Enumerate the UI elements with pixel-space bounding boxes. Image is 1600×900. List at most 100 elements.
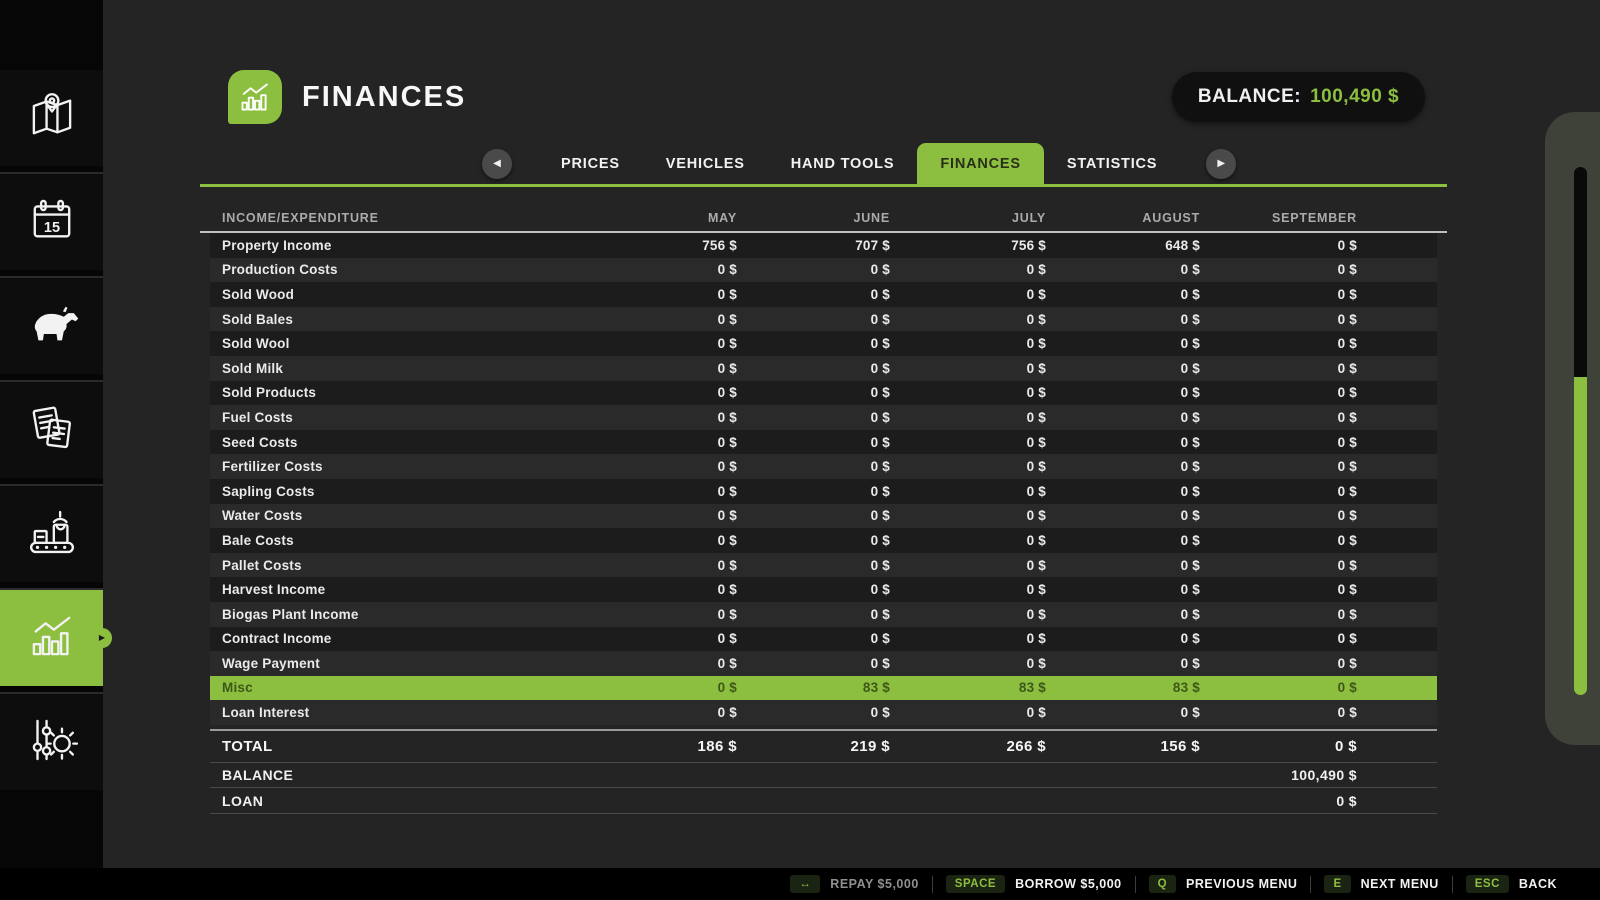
hotkey-back[interactable]: ESCBACK: [1466, 875, 1557, 893]
row-value: 0 $: [587, 508, 737, 523]
summary-row-balance: BALANCE100,490 $: [210, 763, 1437, 788]
row-value: 0 $: [1200, 361, 1357, 376]
row-value: 0 $: [587, 435, 737, 450]
table-row-biogas-plant-income[interactable]: Biogas Plant Income0 $0 $0 $0 $0 $: [210, 602, 1437, 627]
row-value: 0 $: [890, 558, 1046, 573]
table-row-sold-milk[interactable]: Sold Milk0 $0 $0 $0 $0 $: [210, 356, 1437, 381]
row-value: 0 $: [1200, 385, 1357, 400]
table-row-harvest-income[interactable]: Harvest Income0 $0 $0 $0 $0 $: [210, 577, 1437, 602]
row-value: 0 $: [1200, 238, 1357, 253]
row-value: 0 $: [587, 361, 737, 376]
map-icon: [23, 87, 81, 150]
table-row-water-costs[interactable]: Water Costs0 $0 $0 $0 $0 $: [210, 504, 1437, 529]
scrollbar-thumb[interactable]: [1574, 377, 1587, 695]
row-value: 0 $: [1046, 361, 1200, 376]
table-body: Property Income756 $707 $756 $648 $0 $Pr…: [200, 233, 1447, 725]
row-value: 0 $: [1046, 435, 1200, 450]
hotkey-borrow-5-000[interactable]: SPACEBORROW $5,000: [946, 875, 1122, 893]
table-row-pallet-costs[interactable]: Pallet Costs0 $0 $0 $0 $0 $: [210, 553, 1437, 578]
table-row-loan-interest[interactable]: Loan Interest0 $0 $0 $0 $0 $: [210, 700, 1437, 725]
row-value: 0 $: [587, 631, 737, 646]
table-row-sold-wool[interactable]: Sold Wool0 $0 $0 $0 $0 $: [210, 331, 1437, 356]
row-label: Bale Costs: [210, 533, 587, 548]
row-label: Loan Interest: [210, 705, 587, 720]
sidebar-item-production[interactable]: [0, 486, 103, 582]
sidebar-item-animals[interactable]: [0, 278, 103, 374]
row-value: 0 $: [587, 582, 737, 597]
row-value: 0 $: [587, 459, 737, 474]
hotkey-label: PREVIOUS MENU: [1186, 877, 1297, 891]
table-row-wage-payment[interactable]: Wage Payment0 $0 $0 $0 $0 $: [210, 651, 1437, 676]
row-value: 0 $: [737, 656, 890, 671]
sidebar-item-settings[interactable]: [0, 694, 103, 790]
hotbar-divider: [932, 876, 933, 893]
summary-label: LOAN: [210, 793, 587, 809]
row-label: Harvest Income: [210, 582, 587, 597]
row-value: 707 $: [737, 238, 890, 253]
hotkey-previous-menu[interactable]: QPREVIOUS MENU: [1149, 875, 1298, 893]
table-row-production-costs[interactable]: Production Costs0 $0 $0 $0 $0 $: [210, 258, 1437, 283]
row-value: 0 $: [1046, 312, 1200, 327]
table-header: INCOME/EXPENDITUREMAYJUNEJULYAUGUSTSEPTE…: [200, 204, 1447, 233]
table-row-sold-products[interactable]: Sold Products0 $0 $0 $0 $0 $: [210, 381, 1437, 406]
svg-text:15: 15: [43, 219, 59, 235]
row-value: 0 $: [890, 385, 1046, 400]
keycap: ↔: [790, 875, 820, 893]
row-label: Sold Wool: [210, 336, 587, 351]
row-value: 0 $: [587, 385, 737, 400]
tabs-prev-button[interactable]: ◀: [482, 149, 512, 179]
tab-vehicles[interactable]: VEHICLES: [643, 143, 768, 185]
summary-row-total: TOTAL186 $219 $266 $156 $0 $: [210, 731, 1437, 762]
row-value: 0 $: [890, 533, 1046, 548]
row-value: 0 $: [1200, 656, 1357, 671]
column-header-june: JUNE: [737, 211, 890, 225]
tab-finances[interactable]: FINANCES: [917, 143, 1044, 185]
hotbar-divider: [1310, 876, 1311, 893]
sidebar-item-finances[interactable]: ▶: [0, 590, 103, 686]
table-row-fuel-costs[interactable]: Fuel Costs0 $0 $0 $0 $0 $: [210, 405, 1437, 430]
page-header-block: FINANCES: [228, 70, 466, 124]
cow-icon: [23, 295, 81, 358]
row-value: 0 $: [1200, 435, 1357, 450]
tab-prices[interactable]: PRICES: [538, 143, 643, 185]
table-row-misc[interactable]: Misc0 $83 $83 $83 $0 $: [210, 676, 1437, 701]
tab-bar: ◀ PRICESVEHICLESHAND TOOLSFINANCESSTATIS…: [482, 143, 1236, 185]
row-value: 0 $: [737, 385, 890, 400]
tab-hand-tools[interactable]: HAND TOOLS: [768, 143, 918, 185]
row-value: 0 $: [587, 484, 737, 499]
table-row-fertilizer-costs[interactable]: Fertilizer Costs0 $0 $0 $0 $0 $: [210, 454, 1437, 479]
hotkey-label: BORROW $5,000: [1015, 877, 1122, 891]
table-row-property-income[interactable]: Property Income756 $707 $756 $648 $0 $: [210, 233, 1437, 258]
table-row-sold-bales[interactable]: Sold Bales0 $0 $0 $0 $0 $: [210, 307, 1437, 332]
row-value: 0 $: [587, 410, 737, 425]
row-value: 0 $: [587, 262, 737, 277]
table-row-sapling-costs[interactable]: Sapling Costs0 $0 $0 $0 $0 $: [210, 479, 1437, 504]
active-item-arrow: ▶: [92, 628, 112, 648]
row-value: 0 $: [1046, 582, 1200, 597]
hotkey-next-menu[interactable]: ENEXT MENU: [1324, 875, 1438, 893]
row-value: 0 $: [1046, 287, 1200, 302]
tab-statistics[interactable]: STATISTICS: [1044, 143, 1180, 185]
row-value: 0 $: [890, 435, 1046, 450]
tabs-next-button[interactable]: ▶: [1206, 149, 1236, 179]
table-row-bale-costs[interactable]: Bale Costs0 $0 $0 $0 $0 $: [210, 528, 1437, 553]
row-value: 0 $: [1200, 484, 1357, 499]
table-row-contract-income[interactable]: Contract Income0 $0 $0 $0 $0 $: [210, 627, 1437, 652]
row-label: Sapling Costs: [210, 484, 587, 499]
row-value: 0 $: [587, 558, 737, 573]
row-value: 0 $: [890, 410, 1046, 425]
summary-value: 156 $: [1046, 738, 1200, 755]
row-value: 0 $: [587, 656, 737, 671]
sidebar-item-map[interactable]: [0, 70, 103, 166]
summary-value: 0 $: [1200, 738, 1357, 755]
row-value: 0 $: [890, 582, 1046, 597]
row-value: 0 $: [1046, 558, 1200, 573]
sidebar-item-calendar[interactable]: 15: [0, 174, 103, 270]
column-header-july: JULY: [890, 211, 1046, 225]
table-row-sold-wood[interactable]: Sold Wood0 $0 $0 $0 $0 $: [210, 282, 1437, 307]
sidebar-item-contracts[interactable]: [0, 382, 103, 478]
row-label: Water Costs: [210, 508, 587, 523]
hotkey-repay-5-000[interactable]: ↔REPAY $5,000: [790, 875, 918, 893]
table-row-seed-costs[interactable]: Seed Costs0 $0 $0 $0 $0 $: [210, 430, 1437, 455]
scrollbar-track[interactable]: [1574, 167, 1587, 377]
